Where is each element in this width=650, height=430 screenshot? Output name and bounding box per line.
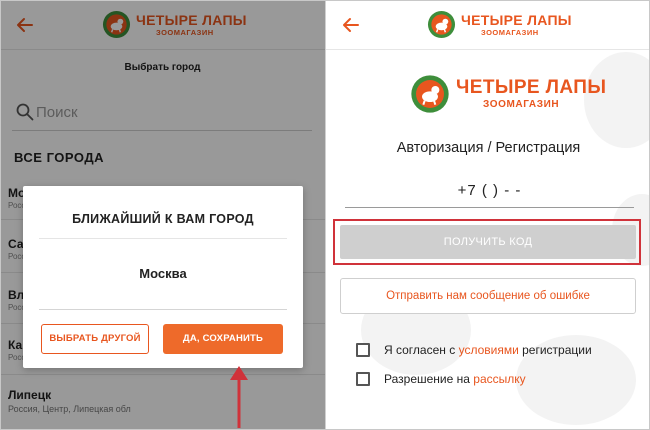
image-border (0, 0, 650, 430)
